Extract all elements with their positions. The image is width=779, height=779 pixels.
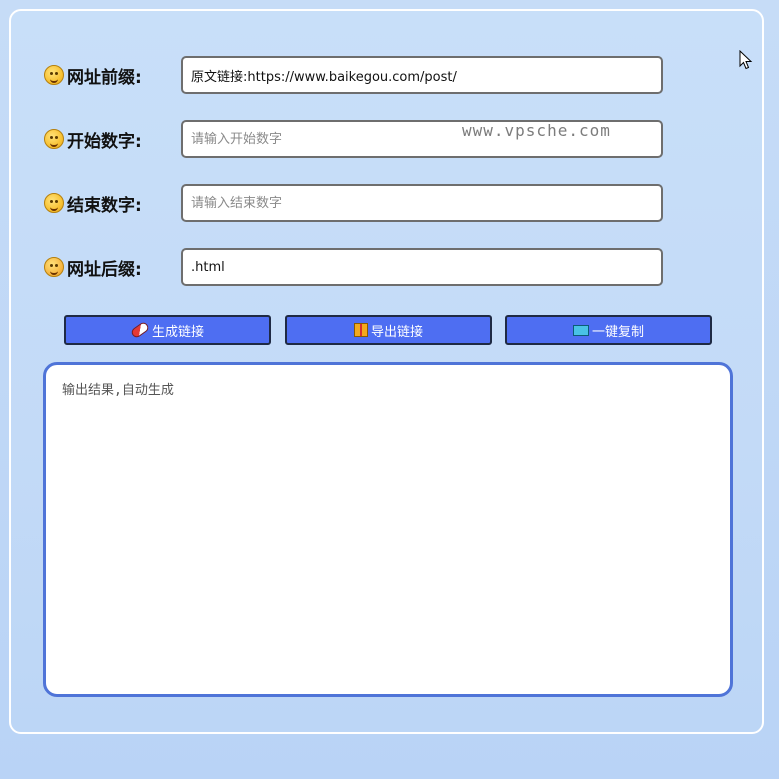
export-links-button[interactable]: 导出链接	[285, 315, 492, 345]
prefix-row: 网址前缀:	[44, 55, 663, 95]
generate-links-label: 生成链接	[151, 324, 204, 340]
gift-icon	[353, 323, 368, 337]
end-row: 结束数字:	[44, 183, 663, 223]
export-links-label: 导出链接	[370, 324, 423, 340]
ticket-icon	[572, 324, 589, 336]
start-number-input[interactable]	[181, 120, 663, 158]
mouse-cursor-icon	[739, 50, 753, 70]
suffix-input[interactable]	[181, 248, 663, 286]
suffix-label-text: 网址后缀:	[67, 259, 142, 280]
generate-links-button[interactable]: 生成链接	[64, 315, 271, 345]
suffix-label: 网址后缀:	[44, 255, 181, 280]
savoring-face-icon	[44, 193, 64, 213]
hearts-face-icon	[44, 257, 64, 277]
end-label: 结束数字:	[44, 191, 181, 216]
output-textarea[interactable]	[43, 362, 733, 697]
start-label-text: 开始数字:	[67, 131, 142, 152]
copy-all-label: 一键复制	[591, 324, 644, 340]
copy-all-button[interactable]: 一键复制	[505, 315, 712, 345]
grinning-face-icon	[44, 65, 64, 85]
suffix-row: 网址后缀:	[44, 247, 663, 287]
prefix-input[interactable]	[181, 56, 663, 94]
end-label-text: 结束数字:	[67, 195, 142, 216]
prefix-label: 网址前缀:	[44, 63, 181, 88]
start-label: 开始数字:	[44, 127, 181, 152]
pill-icon	[129, 320, 151, 340]
end-number-input[interactable]	[181, 184, 663, 222]
tongue-face-icon	[44, 129, 64, 149]
prefix-label-text: 网址前缀:	[67, 67, 142, 88]
start-row: 开始数字:	[44, 119, 663, 159]
